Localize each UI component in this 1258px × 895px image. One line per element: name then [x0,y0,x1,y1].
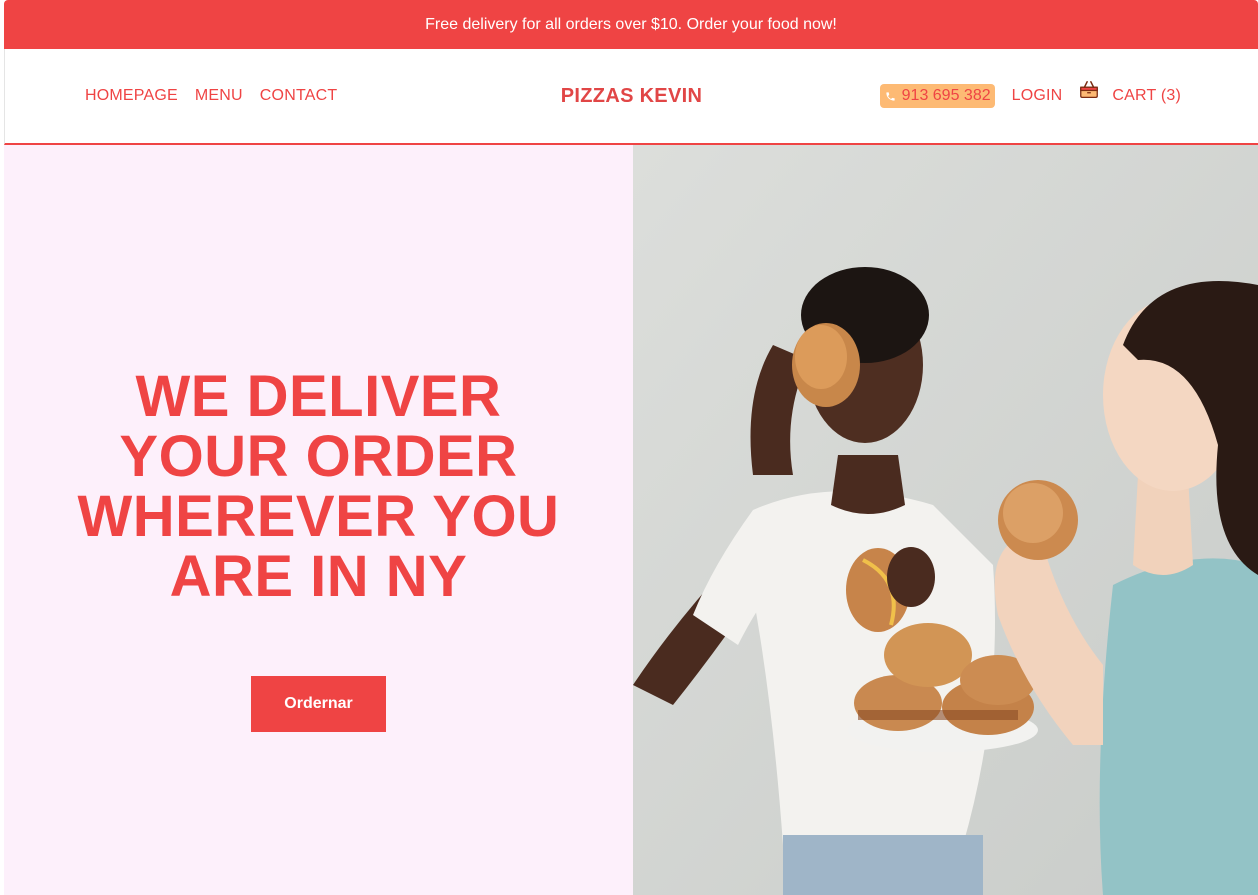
nav-link-menu[interactable]: MENU [195,87,243,105]
nav-link-homepage[interactable]: HOMEPAGE [85,87,178,105]
cart-link[interactable]: CART (3) [1112,87,1181,105]
hero-title-line: WE DELIVER [135,364,502,429]
hero-title-line: WHEREVER YOU [77,484,560,549]
nav-link-contact[interactable]: CONTACT [260,87,338,105]
hero-section: WE DELIVER YOUR ORDER WHEREVER YOU ARE I… [4,145,633,895]
order-button[interactable]: Ordernar [251,676,386,732]
hero-title: WE DELIVER YOUR ORDER WHEREVER YOU ARE I… [4,367,633,607]
hero-title-line: ARE IN NY [169,544,468,609]
hero-title-line: YOUR ORDER [119,424,518,489]
promo-text: Free delivery for all orders over $10. O… [425,15,837,33]
phone-badge[interactable]: 913 695 382 [879,84,995,108]
people-eating-burgers-illustration [633,145,1258,895]
phone-number: 913 695 382 [901,87,991,104]
hero-image [633,145,1258,895]
nav-actions: 913 695 382 LOGIN CART (3) [879,49,1181,143]
navbar: HOMEPAGE MENU CONTACT PIZZAS KEVIN 913 6… [4,49,1258,145]
promo-banner: Free delivery for all orders over $10. O… [4,0,1258,49]
nav-links: HOMEPAGE MENU CONTACT [85,49,337,143]
phone-icon [886,91,895,101]
login-link[interactable]: LOGIN [1012,87,1063,105]
basket-icon[interactable] [1078,79,1100,101]
